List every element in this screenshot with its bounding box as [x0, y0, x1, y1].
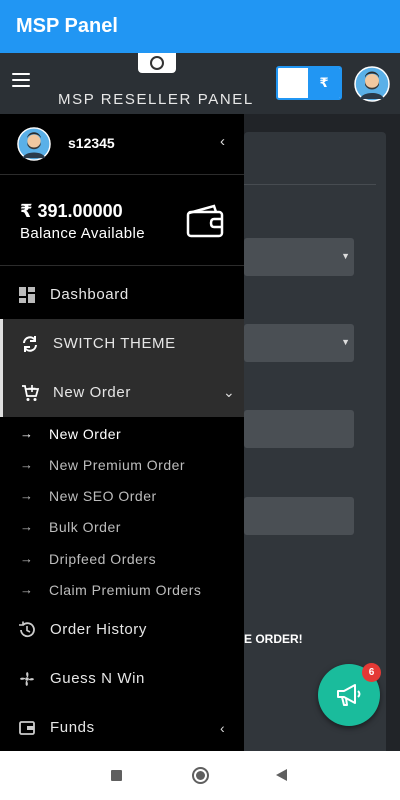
user-avatar-icon[interactable] — [354, 66, 390, 102]
sidebar-item-label: Order History — [50, 621, 147, 638]
dashboard-icon — [18, 286, 36, 304]
sidebar-item-funds[interactable]: Funds ‹ — [0, 703, 244, 751]
submenu-item-claim-premium-orders[interactable]: → Claim Premium Orders — [0, 574, 244, 605]
wallet-icon — [186, 204, 224, 238]
fan-icon — [18, 670, 36, 688]
balance-label: Balance Available — [20, 225, 145, 242]
user-avatar-icon — [17, 127, 51, 161]
link-input[interactable] — [244, 410, 354, 448]
arrow-right-icon: → — [20, 582, 33, 597]
service-select[interactable]: ▼ — [244, 324, 354, 362]
currency-toggle[interactable]: ₹ — [276, 66, 342, 100]
menu-icon[interactable] — [12, 73, 30, 87]
place-order-text[interactable]: E ORDER! — [244, 632, 303, 646]
arrow-right-icon: → — [20, 426, 33, 441]
caret-down-icon: ▼ — [341, 251, 350, 261]
submenu-item-new-order[interactable]: → New Order — [0, 418, 244, 449]
sidebar-item-label: SWITCH THEME — [53, 335, 176, 352]
submenu-item-label: New Premium Order — [49, 456, 186, 473]
balance-block: ₹ 391.00000 Balance Available — [0, 176, 244, 266]
balance-amount: ₹ 391.00000 — [20, 201, 123, 221]
quantity-input[interactable] — [244, 497, 354, 535]
side-drawer: s12345 ‹ ₹ 391.00000 Balance Available D… — [0, 114, 244, 751]
sidebar-item-label: Guess N Win — [50, 670, 145, 687]
chevron-left-icon[interactable]: ‹ — [220, 133, 225, 150]
sidebar-item-label: Dashboard — [50, 286, 129, 303]
system-nav-bar — [0, 751, 400, 800]
app-title-bar: MSP Panel — [0, 0, 400, 53]
sidebar-item-label: New Order — [53, 384, 131, 401]
logo — [138, 53, 176, 73]
sidebar-item-new-order[interactable]: New Order ⌄ — [0, 368, 244, 417]
submenu-item-label: Dripfeed Orders — [49, 550, 157, 567]
sidebar-item-label: Funds — [50, 719, 95, 736]
submenu-item-label: New Order — [49, 425, 122, 442]
megaphone-icon — [337, 684, 361, 706]
back-icon[interactable] — [276, 769, 287, 781]
category-select[interactable]: ▼ — [244, 238, 354, 276]
notification-badge: 6 — [362, 663, 381, 682]
submenu-item-bulk-order[interactable]: → Bulk Order — [0, 511, 244, 542]
caret-down-icon: ▼ — [341, 337, 350, 347]
arrow-right-icon: → — [20, 519, 33, 534]
arrow-right-icon: → — [20, 488, 33, 503]
drawer-user-row[interactable]: s12345 ‹ — [0, 114, 244, 175]
sidebar-item-order-history[interactable]: Order History — [0, 605, 244, 654]
home-icon[interactable] — [192, 767, 209, 784]
arrow-right-icon: → — [20, 551, 33, 566]
submenu-item-dripfeed-orders[interactable]: → Dripfeed Orders — [0, 543, 244, 574]
header-title: MSP RESELLER PANEL — [58, 91, 254, 108]
sidebar-item-guess-n-win[interactable]: Guess N Win — [0, 654, 244, 703]
funds-icon — [18, 719, 36, 737]
cart-plus-icon — [21, 384, 39, 402]
username: s12345 — [68, 135, 115, 151]
header: MSP RESELLER PANEL ₹ — [0, 53, 400, 114]
sidebar-item-dashboard[interactable]: Dashboard — [0, 270, 244, 319]
app-title: MSP Panel — [16, 15, 118, 37]
submenu-item-new-seo-order[interactable]: → New SEO Order — [0, 480, 244, 511]
submenu-item-label: Bulk Order — [49, 518, 121, 535]
sync-icon — [21, 335, 39, 353]
currency-toggle-knob: ₹ — [308, 68, 340, 98]
submenu-item-new-premium-order[interactable]: → New Premium Order — [0, 449, 244, 480]
chevron-left-icon: ‹ — [220, 719, 225, 736]
sidebar-item-switch-theme[interactable]: SWITCH THEME — [0, 319, 244, 368]
history-icon — [18, 621, 36, 639]
recents-icon[interactable] — [111, 770, 122, 781]
arrow-right-icon: → — [20, 457, 33, 472]
submenu-item-label: Claim Premium Orders — [49, 581, 202, 598]
card-divider — [244, 184, 376, 185]
chevron-down-icon: ⌄ — [223, 384, 235, 400]
submenu-item-label: New SEO Order — [49, 487, 157, 504]
